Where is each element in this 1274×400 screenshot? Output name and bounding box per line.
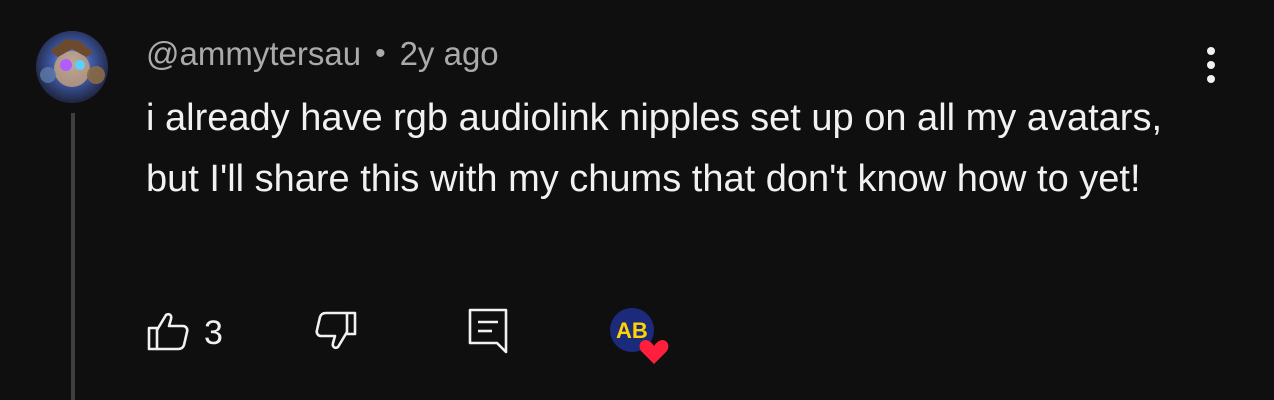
like-button[interactable]: 3 (146, 305, 223, 361)
thread-line (71, 113, 75, 400)
thumbs-down-icon (314, 309, 358, 358)
meta-separator: • (375, 37, 386, 70)
comment-time[interactable]: 2y ago (400, 35, 499, 73)
avatar-image (36, 31, 108, 103)
more-vertical-icon[interactable] (1196, 44, 1226, 88)
reply-comment-icon (466, 306, 510, 361)
thumbs-up-icon (146, 309, 190, 358)
creator-heart-badge: AB (610, 308, 670, 366)
dislike-button[interactable] (314, 305, 358, 361)
user-avatar[interactable] (36, 31, 108, 103)
like-count: 3 (204, 313, 223, 352)
creator-badge-text: AB (616, 318, 648, 343)
comment-author[interactable]: @ammytersau (146, 35, 361, 73)
reply-button[interactable] (466, 305, 510, 361)
comment-text: i already have rgb audiolink nipples set… (146, 97, 1163, 200)
comment-meta: @ammytersau • 2y ago (146, 32, 499, 76)
